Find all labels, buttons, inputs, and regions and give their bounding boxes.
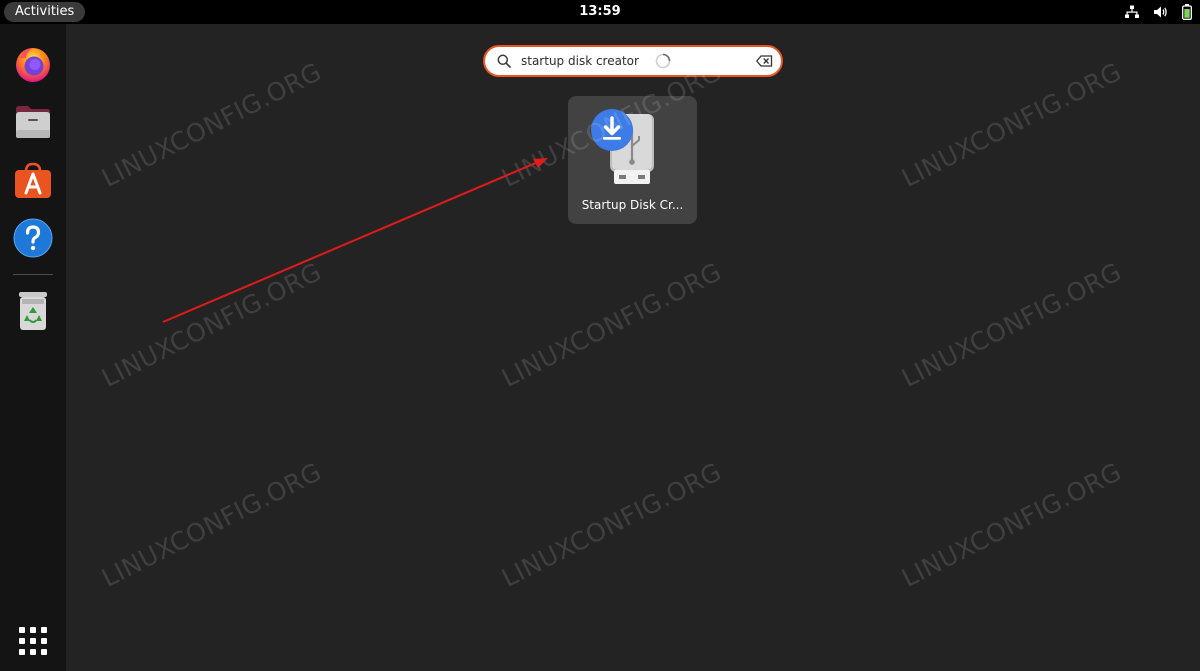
firefox-icon	[16, 48, 50, 82]
trash-icon	[19, 292, 47, 330]
activities-button[interactable]: Activities	[4, 2, 86, 22]
files-icon	[16, 106, 50, 138]
dock-files[interactable]	[9, 98, 57, 146]
software-icon	[15, 162, 51, 198]
help-icon	[13, 218, 53, 258]
dock-separator	[13, 274, 53, 275]
clock-container: 13:59	[0, 0, 1200, 24]
search-icon	[497, 54, 511, 68]
dock-firefox[interactable]	[9, 40, 57, 88]
volume-icon[interactable]	[1153, 5, 1168, 19]
loading-spinner-icon	[655, 53, 671, 69]
battery-icon[interactable]	[1182, 4, 1192, 20]
top-bar: Activities 13:59	[0, 0, 1200, 24]
dock	[0, 24, 66, 671]
system-tray[interactable]	[1125, 0, 1192, 24]
search-bar[interactable]	[483, 45, 783, 77]
dock-help[interactable]	[9, 214, 57, 262]
dock-ubuntu-software[interactable]	[9, 156, 57, 204]
network-icon[interactable]	[1125, 5, 1139, 19]
clock[interactable]: 13:59	[579, 4, 620, 19]
dock-trash[interactable]	[9, 287, 57, 335]
clear-icon[interactable]	[756, 55, 773, 67]
app-grid-icon	[19, 627, 47, 655]
search-result-label: Startup Disk Cr...	[581, 198, 684, 212]
desktop: Activities 13:59 startup disk creator St…	[0, 0, 1200, 671]
show-apps-button[interactable]	[17, 625, 49, 657]
